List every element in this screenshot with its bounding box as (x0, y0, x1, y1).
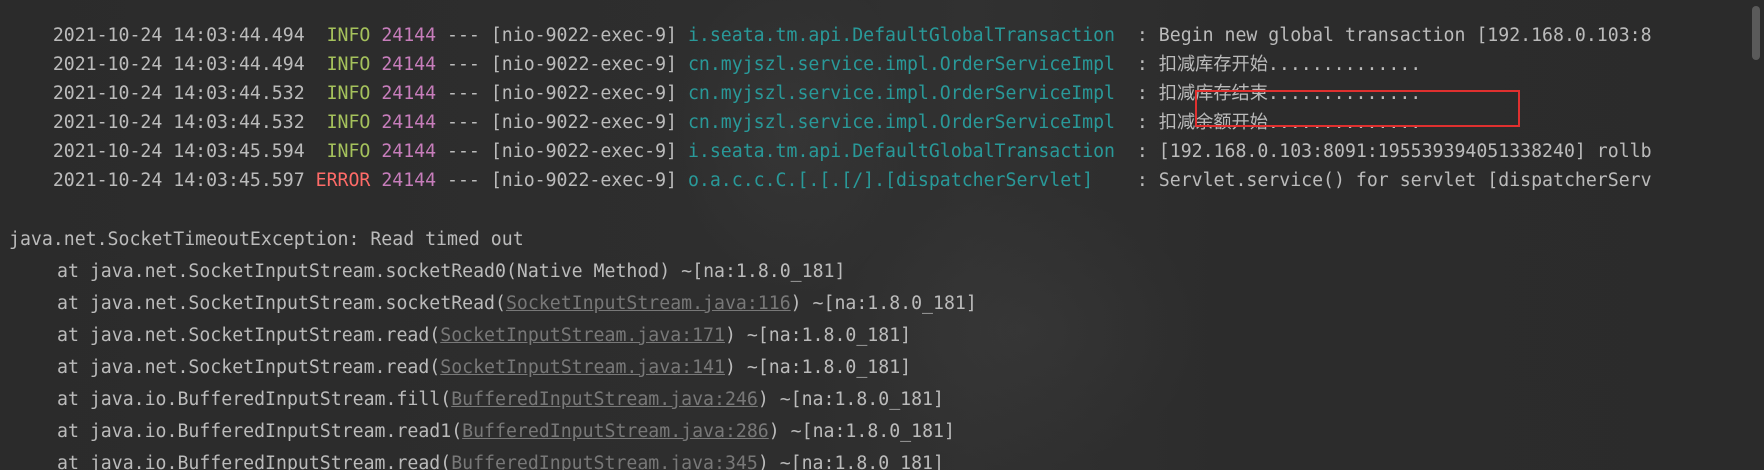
source-link[interactable]: BufferedInputStream.java:246 (451, 389, 758, 410)
frame-prefix: at java.io.BufferedInputStream.read1( (57, 421, 463, 442)
frame-prefix: at java.net.SocketInputStream.socketRead… (57, 293, 506, 314)
frame-suffix: ) ~[na:1.8.0_181] (724, 325, 912, 346)
stack-frame: at java.net.SocketInputStream.read(Socke… (57, 324, 911, 348)
source-link[interactable]: SocketInputStream.java:116 (506, 293, 791, 314)
highlight-annotation-box (1195, 90, 1520, 127)
vertical-scrollbar[interactable] (1748, 0, 1764, 470)
log-line: 2021-10-24 14:03:45.597 ERROR 24144 --- … (9, 145, 1652, 191)
log-line: 2021-10-24 14:03:44.494 INFO 24144 --- [… (9, 0, 1652, 46)
stack-frame: at java.io.BufferedInputStream.fill(Buff… (57, 388, 944, 412)
stack-frame: at java.io.BufferedInputStream.read(Buff… (57, 452, 944, 470)
source-link[interactable]: SocketInputStream.java:171 (440, 325, 725, 346)
log-thread: [nio-9022-exec-9] (490, 170, 677, 191)
frame-prefix: at java.net.SocketInputStream.socketRead… (57, 261, 517, 282)
frame-suffix: ) ~[na:1.8.0_181] (790, 293, 977, 314)
frame-suffix: ) ~[na:1.8.0_181] (724, 357, 912, 378)
source-link[interactable]: BufferedInputStream.java:286 (462, 421, 769, 442)
frame-prefix: at java.net.SocketInputStream.read( (57, 325, 441, 346)
frame-prefix: at java.io.BufferedInputStream.fill( (57, 389, 452, 410)
frame-prefix: at java.io.BufferedInputStream.read( (57, 453, 452, 470)
stack-frame: at java.net.SocketInputStream.socketRead… (57, 260, 845, 284)
frame-suffix: ) ~[na:1.8.0_181] (768, 421, 955, 442)
frame-suffix: ) ~[na:1.8.0_181] (757, 389, 944, 410)
console-output[interactable]: 2021-10-24 14:03:44.494 INFO 24144 --- [… (0, 0, 1748, 470)
log-line: 2021-10-24 14:03:44.532 INFO 24144 --- [… (9, 58, 1421, 104)
source-link[interactable]: SocketInputStream.java:141 (440, 357, 725, 378)
log-line: 2021-10-24 14:03:44.494 INFO 24144 --- [… (9, 29, 1421, 75)
log-separator: --- (447, 170, 480, 191)
scrollbar-thumb[interactable] (1752, 6, 1760, 60)
stack-frame: at java.net.SocketInputStream.read(Socke… (57, 356, 911, 380)
frame-prefix: at java.net.SocketInputStream.read( (57, 357, 441, 378)
stack-frame: at java.net.SocketInputStream.socketRead… (57, 292, 977, 316)
frame-plain: Native Method (516, 261, 660, 282)
log-level: ERROR (315, 170, 371, 191)
exception-header: java.net.SocketTimeoutException: Read ti… (9, 229, 524, 250)
log-message: : Servlet.service() for servlet [dispatc… (1136, 170, 1652, 191)
log-logger: o.a.c.c.C.[.[.[/].[dispatcherServlet] (687, 170, 1126, 191)
frame-suffix: ) ~[na:1.8.0_181] (757, 453, 944, 470)
frame-suffix: ) ~[na:1.8.0_181] (659, 261, 846, 282)
source-link[interactable]: BufferedInputStream.java:345 (451, 453, 758, 470)
stack-frame: at java.io.BufferedInputStream.read1(Buf… (57, 420, 955, 444)
log-timestamp: 2021-10-24 14:03:45.597 (52, 170, 305, 191)
log-pid: 24144 (381, 170, 437, 191)
